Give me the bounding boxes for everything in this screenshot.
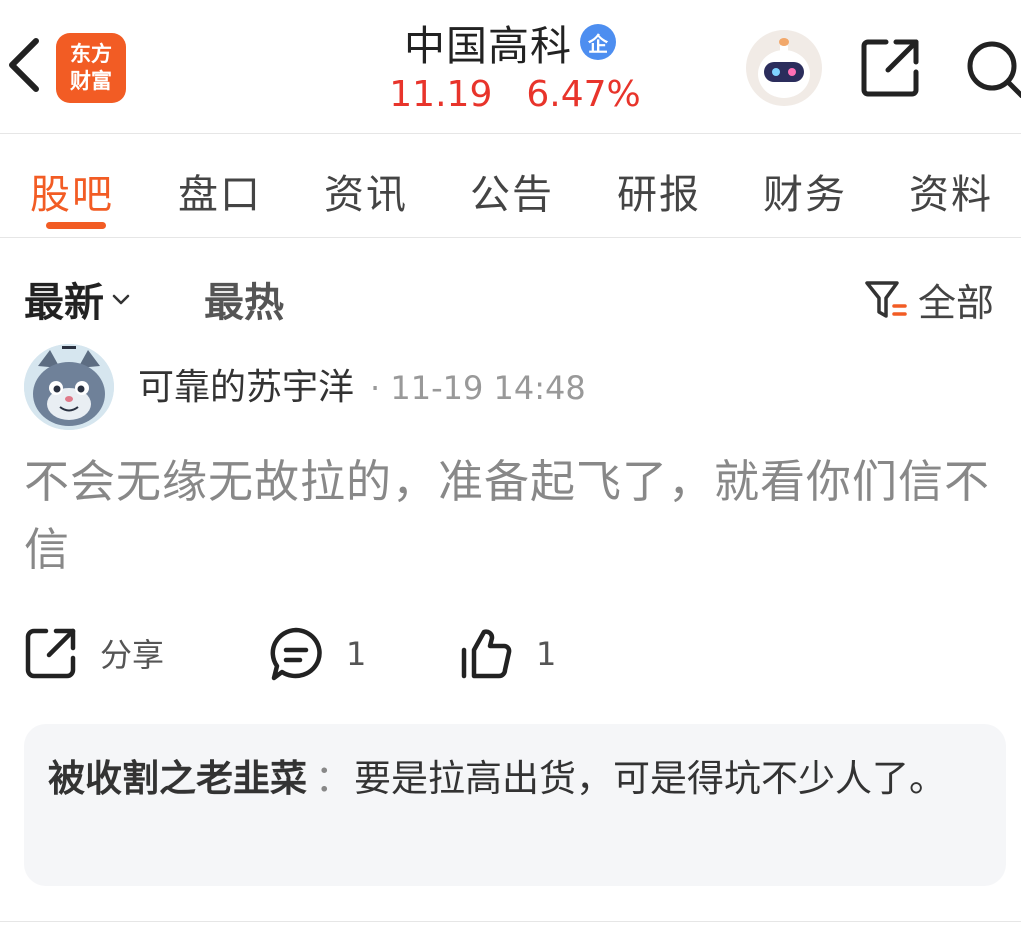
post-comment-button[interactable]: 1	[268, 626, 366, 682]
robot-assistant-button[interactable]	[746, 30, 822, 106]
search-icon	[967, 41, 1021, 99]
stock-title: 中国高科 企 11.19 6.47%	[320, 14, 700, 115]
tab-guba[interactable]: 股吧	[30, 162, 114, 220]
reply-separator: ：	[315, 757, 352, 800]
logo-line-2: 财富	[70, 69, 112, 93]
app-logo[interactable]: 东方 财富	[56, 33, 126, 103]
comment-count: 1	[346, 635, 367, 673]
post-time: · 11-19 14:48	[370, 369, 586, 407]
filter-icon	[865, 280, 907, 318]
enterprise-badge: 企	[580, 24, 616, 60]
reply-preview[interactable]: 被收割之老韭菜 ：要是拉高出货，可是得坑不少人了。	[24, 724, 1006, 886]
search-button[interactable]	[964, 38, 1021, 99]
share-button[interactable]	[860, 36, 922, 98]
post-author[interactable]: 可靠的苏宇洋	[138, 358, 354, 410]
share-label: 分享	[100, 636, 165, 674]
comment-icon	[270, 627, 322, 681]
section-tabs: 股吧 盘口 资讯 公告 研报 财务 资料	[0, 134, 1021, 238]
tab-profile[interactable]: 资料	[909, 162, 993, 220]
chevron-down-icon	[112, 294, 130, 305]
tab-news[interactable]: 资讯	[324, 162, 408, 220]
thumbs-up-icon	[461, 629, 512, 679]
back-icon	[9, 38, 39, 92]
sort-latest-button[interactable]: 最新	[24, 270, 132, 328]
filter-button[interactable]: 全部	[864, 272, 994, 327]
divider	[0, 921, 1021, 922]
logo-line-1: 东方	[70, 42, 112, 66]
post-meta: 可靠的苏宇洋 · 11-19 14:48	[138, 358, 586, 410]
robot-assistant-icon	[758, 38, 810, 98]
tab-announcements[interactable]: 公告	[470, 162, 554, 220]
post-like-button[interactable]: 1	[458, 626, 556, 682]
stock-price: 11.19	[389, 74, 493, 115]
active-tab-indicator	[46, 222, 106, 229]
sort-hot-button[interactable]: 最热	[204, 270, 284, 328]
post-share-button[interactable]: 分享	[24, 626, 164, 680]
back-button[interactable]	[0, 30, 52, 100]
avatar[interactable]	[24, 344, 114, 430]
share-icon	[861, 39, 919, 97]
tab-finance[interactable]: 财务	[763, 162, 847, 220]
stock-name: 中国高科	[404, 22, 572, 70]
reply-text: 要是拉高出货，可是得坑不少人了。	[354, 757, 946, 800]
post-time-value: 11-19 14:48	[390, 369, 586, 407]
stock-header: 东方 财富 中国高科 企 11.19 6.47%	[0, 0, 1021, 134]
tab-pankou[interactable]: 盘口	[178, 162, 262, 220]
tab-research[interactable]: 研报	[617, 162, 701, 220]
share-icon	[25, 628, 76, 679]
reply-author[interactable]: 被收割之老韭菜	[48, 757, 307, 800]
stock-change-pct: 6.47%	[526, 74, 641, 115]
filter-label: 全部	[918, 281, 995, 325]
cat-avatar-icon	[24, 344, 114, 430]
sort-bar: 最新 最热 全部	[0, 270, 1021, 330]
like-count: 1	[536, 635, 557, 673]
sort-latest-label: 最新	[24, 280, 104, 326]
post-content[interactable]: 不会无缘无故拉的，准备起飞了，就看你们信不信	[24, 448, 1004, 584]
